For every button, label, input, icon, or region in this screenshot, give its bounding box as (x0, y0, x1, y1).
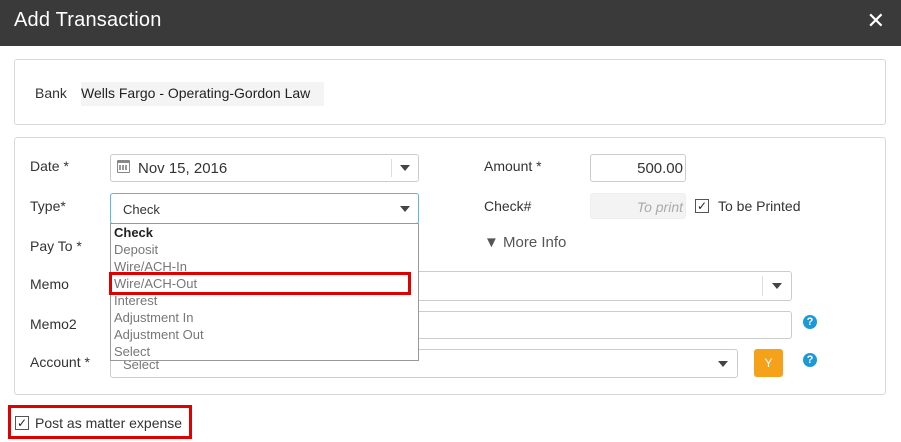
type-option-select[interactable]: Select (111, 343, 418, 360)
post-expense-highlight (8, 405, 192, 439)
chevron-down-icon[interactable] (400, 205, 410, 212)
date-value: Nov 15, 2016 (138, 160, 228, 177)
amount-input[interactable]: 500.00 (590, 154, 686, 182)
account-label: Account * (30, 354, 90, 370)
help-icon[interactable]: ? (803, 353, 817, 367)
chevron-down-icon[interactable] (400, 165, 410, 171)
date-label: Date * (30, 158, 69, 174)
close-icon[interactable]: ✕ (867, 10, 885, 32)
y-button[interactable]: Y (754, 349, 783, 377)
check-number-label: Check# (484, 198, 532, 214)
checkmark-icon: ✓ (696, 199, 708, 213)
calendar-icon[interactable] (117, 160, 130, 173)
memo2-label: Memo2 (30, 316, 77, 332)
type-option-adjustment-out[interactable]: Adjustment Out (111, 326, 418, 343)
bank-value: Wells Fargo - Operating-Gordon Law (81, 82, 325, 106)
chevron-down-icon[interactable] (718, 360, 728, 367)
date-field[interactable]: Nov 15, 2016 (110, 154, 419, 182)
bank-panel: Bank Wells Fargo - Operating-Gordon Law (14, 59, 886, 125)
to-be-printed-label: To be Printed (718, 198, 801, 214)
amount-value: 500.00 (637, 160, 683, 177)
type-label: Type* (30, 198, 66, 214)
payto-label: Pay To * (30, 238, 82, 254)
type-select[interactable]: Check (110, 193, 419, 224)
bank-label: Bank (35, 85, 67, 101)
more-info-toggle[interactable]: ▼ More Info (484, 234, 566, 251)
dialog-title: Add Transaction (14, 9, 162, 31)
help-icon[interactable]: ? (803, 315, 817, 329)
chevron-down-icon[interactable] (772, 283, 782, 289)
type-option-adjustment-in[interactable]: Adjustment In (111, 309, 418, 326)
amount-label: Amount * (484, 158, 542, 174)
field-separator (762, 276, 763, 296)
check-number-input[interactable]: To print (590, 193, 686, 219)
to-be-printed-checkbox[interactable]: ✓ (695, 199, 709, 213)
type-option-deposit[interactable]: Deposit (111, 241, 418, 258)
field-separator (391, 159, 392, 177)
check-number-placeholder: To print (636, 199, 683, 215)
wire-ach-out-highlight (109, 272, 411, 295)
dialog-titlebar: Add Transaction ✕ (0, 0, 901, 46)
type-option-check[interactable]: Check (111, 224, 418, 241)
memo-label: Memo (30, 276, 69, 292)
type-selected-value: Check (123, 202, 160, 217)
